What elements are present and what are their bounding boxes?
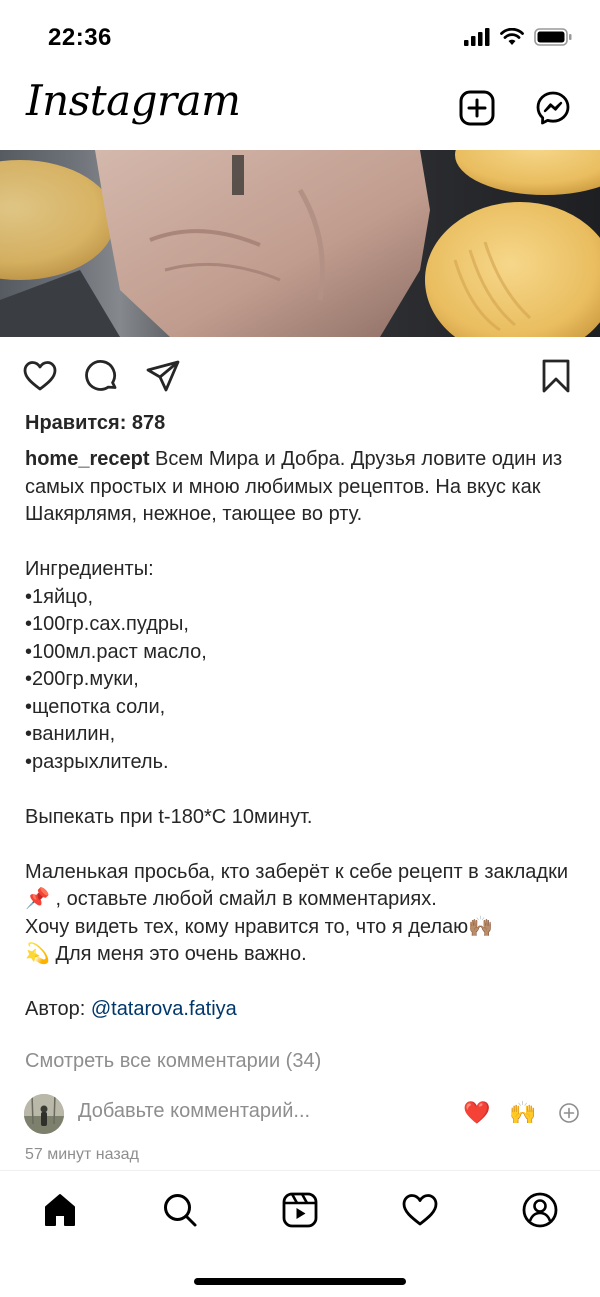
search-icon: [164, 1194, 197, 1227]
avatar[interactable]: [24, 1094, 64, 1134]
avatar-photo: [24, 1094, 64, 1134]
reels-icon: [282, 1192, 318, 1228]
author-credit: Автор: @tatarova.fatiya: [25, 996, 580, 1024]
messenger-icon: [536, 91, 570, 125]
share-icon: [146, 360, 180, 392]
author-label: Автор:: [25, 998, 91, 1020]
request-text: Хочу видеть тех, кому нравится то, что я…: [25, 915, 494, 938]
ingredient-item: •1яйцо,: [25, 585, 94, 608]
likes-count[interactable]: Нравится: 878: [25, 412, 165, 435]
instagram-post-screen: 22:36 Instagram Нравится: 878 home_recep…: [0, 0, 600, 1297]
ingredient-item: •разрыхлитель.: [25, 750, 169, 773]
like-button[interactable]: [20, 356, 60, 396]
status-time: 22:36: [48, 24, 112, 51]
new-post-button[interactable]: [457, 88, 497, 128]
plus-square-icon: [459, 90, 495, 126]
ingredient-item: •100мл.раст масло,: [25, 640, 207, 663]
cookie-photo: [0, 150, 600, 337]
home-indicator: [194, 1278, 406, 1285]
nav-reels[interactable]: [278, 1188, 322, 1232]
post-actions: [0, 352, 600, 398]
more-emoji-button[interactable]: [554, 1098, 584, 1128]
ingredient-item: •100гр.сах.пудры,: [25, 613, 189, 635]
nav-divider: [0, 1170, 600, 1171]
profile-icon: [522, 1192, 558, 1228]
nav-search[interactable]: [158, 1188, 202, 1232]
nav-activity[interactable]: [398, 1188, 442, 1232]
bake-instructions: Выпекать при t-180*С 10минут.: [25, 805, 313, 828]
cellular-signal-icon: [464, 28, 490, 46]
share-button[interactable]: [143, 356, 183, 396]
view-all-comments-link[interactable]: Смотреть все комментарии (34): [25, 1050, 321, 1073]
ingredient-item: •щепотка соли,: [25, 695, 166, 718]
quick-emoji-heart-button[interactable]: ❤️: [462, 1098, 492, 1128]
quick-emoji-hands-button[interactable]: 🙌: [508, 1098, 538, 1128]
heart-icon: [23, 361, 57, 391]
post-caption: home_recept Всем Мира и Добра. Друзья ло…: [25, 446, 580, 1024]
post-timestamp: 57 минут назад: [25, 1146, 139, 1163]
caption-intro: home_recept Всем Мира и Добра. Друзья ло…: [25, 446, 580, 529]
comment-icon: [85, 360, 117, 391]
comment-button[interactable]: [82, 356, 122, 396]
request-text: Маленькая просьба, кто заберёт к себе ре…: [25, 860, 568, 911]
comment-input[interactable]: [78, 1100, 438, 1123]
ingredient-item: •200гр.муки,: [25, 668, 139, 690]
bookmark-icon: [542, 359, 570, 393]
battery-icon: [534, 28, 572, 46]
save-button[interactable]: [536, 356, 576, 396]
status-icons: [464, 28, 572, 46]
wifi-icon: [500, 28, 524, 45]
ingredient-item: •ванилин,: [25, 723, 116, 745]
nav-home[interactable]: [38, 1188, 82, 1232]
ingredients-title: Ингредиенты:: [25, 558, 154, 580]
author-username[interactable]: home_recept: [25, 448, 150, 470]
request-text: 💫 Для меня это очень важно.: [25, 943, 307, 965]
bottom-navigation: [0, 1180, 600, 1240]
author-mention-link[interactable]: @tatarova.fatiya: [91, 998, 237, 1020]
add-comment-row: ❤️ 🙌: [0, 1092, 600, 1136]
status-bar: 22:36: [0, 0, 600, 76]
nav-profile[interactable]: [518, 1188, 562, 1232]
activity-heart-icon: [402, 1194, 438, 1226]
app-header: Instagram: [0, 76, 600, 150]
plus-circle-icon: [559, 1103, 579, 1123]
instagram-logo[interactable]: Instagram: [26, 76, 241, 125]
post-photo[interactable]: [0, 150, 600, 337]
messenger-button[interactable]: [533, 88, 573, 128]
home-icon: [45, 1194, 75, 1226]
